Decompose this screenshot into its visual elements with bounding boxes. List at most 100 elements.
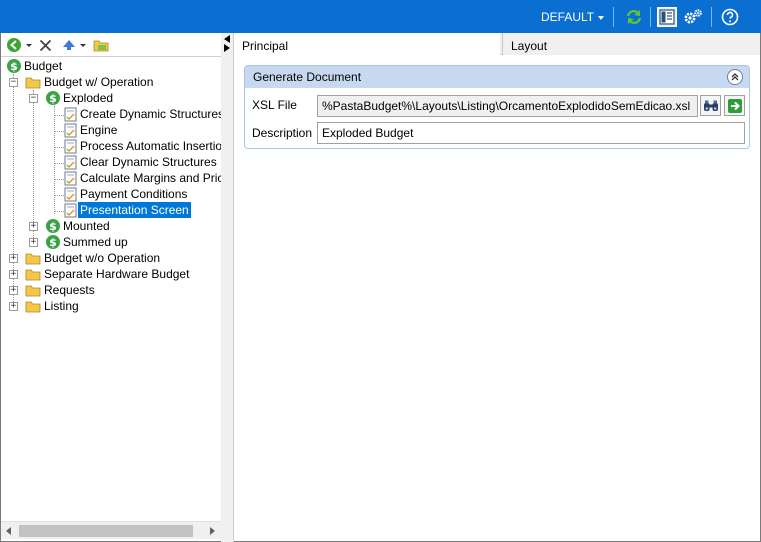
collapse-toggle[interactable]: − [29, 94, 38, 103]
scroll-left-arrow-icon[interactable] [6, 527, 11, 535]
open-folder-button[interactable] [92, 37, 110, 53]
tree-node-label: Calculate Margins and Prices [80, 171, 221, 185]
tree-node-summed-up[interactable]: $ Summed up [45, 234, 130, 250]
tree-node-label: Summed up [63, 235, 128, 249]
tab-layout[interactable]: Layout [502, 33, 760, 55]
group-header: Generate Document [245, 66, 749, 88]
step-document-icon [64, 171, 77, 185]
tree-connector [54, 131, 64, 132]
tree-connector [54, 163, 64, 164]
svg-text:$: $ [49, 236, 57, 249]
tab-bar: Principal Layout [234, 33, 760, 56]
description-input[interactable]: Exploded Budget [317, 122, 745, 144]
collapse-left-arrow-icon[interactable] [224, 35, 230, 43]
budget-dollar-icon: $ [46, 91, 60, 105]
scroll-right-arrow-icon[interactable] [210, 527, 215, 535]
tab-principal[interactable]: Principal [234, 33, 500, 56]
arrow-right-icon [727, 98, 742, 113]
tree-node-budget[interactable]: $ Budget [6, 58, 64, 74]
tree-node-label: Separate Hardware Budget [44, 267, 190, 281]
tree-node-engine[interactable]: Engine [64, 122, 119, 138]
tree-node-label: Budget [24, 59, 63, 73]
collapse-toggle[interactable]: − [9, 78, 18, 87]
tree-panel: $ Budget − Budget w/ Operation − $ Explo… [0, 33, 221, 542]
scrollbar-thumb[interactable] [19, 525, 193, 537]
tree-node-label: Presentation Screen [78, 202, 191, 218]
generate-document-group: Generate Document XSL File %PastaBudget%… [244, 65, 750, 149]
tree-node-listing[interactable]: Listing [25, 298, 81, 314]
tree-node-requests[interactable]: Requests [25, 282, 97, 298]
tree-toolbar [1, 33, 221, 57]
tree-node-label: Budget w/ Operation [44, 75, 154, 89]
budget-dollar-icon: $ [46, 235, 60, 249]
toolbar-separator [711, 7, 712, 27]
tree-node-label: Requests [44, 283, 95, 297]
tree-node-payment-conditions[interactable]: Payment Conditions [64, 186, 189, 202]
tree-node-budget-without-operation[interactable]: Budget w/o Operation [25, 250, 162, 266]
folder-icon [25, 269, 41, 280]
folder-icon [93, 40, 108, 51]
tree-node-label: Engine [80, 123, 118, 137]
tree-node-clear-dynamic-structures[interactable]: Clear Dynamic Structures [64, 154, 219, 170]
delete-x-icon [39, 39, 51, 51]
refresh-icon [626, 9, 642, 25]
horizontal-scrollbar[interactable] [1, 521, 221, 539]
step-document-icon [64, 155, 77, 169]
tree-connector [54, 115, 64, 116]
delete-button[interactable] [38, 37, 52, 53]
tree-node-exploded[interactable]: $ Exploded [45, 90, 115, 106]
tree-node-budget-with-operation[interactable]: Budget w/ Operation [25, 74, 155, 90]
help-button[interactable] [720, 7, 740, 27]
svg-text:$: $ [49, 92, 57, 105]
step-document-icon [64, 139, 77, 153]
panel-layout-button[interactable] [657, 7, 677, 27]
expand-toggle[interactable]: + [9, 286, 18, 295]
budget-dollar-icon: $ [7, 59, 21, 73]
tree-node-presentation-screen[interactable]: Presentation Screen [64, 202, 191, 218]
toolbar-separator [650, 7, 651, 27]
expand-toggle[interactable]: + [29, 222, 38, 231]
arrow-up-icon [63, 40, 75, 50]
panel-splitter[interactable] [221, 33, 234, 542]
step-document-icon [64, 107, 77, 121]
binoculars-icon [703, 100, 718, 111]
xsl-file-input[interactable]: %PastaBudget%\Layouts\Listing\OrcamentoE… [317, 95, 698, 117]
back-button[interactable] [4, 37, 34, 53]
collapse-group-button[interactable] [727, 69, 743, 85]
svg-text:$: $ [49, 220, 57, 233]
tree-node-create-dynamic-structures[interactable]: Create Dynamic Structures [64, 106, 221, 122]
top-toolbar: DEFAULT [0, 0, 761, 33]
chevron-down-icon [80, 43, 86, 47]
expand-toggle[interactable]: + [9, 270, 18, 279]
folder-icon [25, 285, 41, 296]
folder-icon [25, 253, 41, 264]
move-up-button[interactable] [59, 37, 89, 53]
expand-right-arrow-icon[interactable] [224, 44, 230, 52]
group-title: Generate Document [253, 70, 362, 84]
tree-node-label: Budget w/o Operation [44, 251, 161, 265]
browse-button[interactable] [700, 95, 721, 116]
profile-dropdown[interactable]: DEFAULT [541, 10, 605, 24]
svg-text:$: $ [10, 60, 18, 73]
budget-tree: $ Budget − Budget w/ Operation − $ Explo… [1, 58, 221, 520]
expand-toggle[interactable]: + [9, 302, 18, 311]
step-document-icon [64, 203, 77, 217]
tree-node-label: Listing [44, 299, 79, 313]
tree-node-separate-hardware-budget[interactable]: Separate Hardware Budget [25, 266, 191, 282]
profile-label: DEFAULT [541, 10, 595, 24]
settings-gears-icon [684, 9, 702, 24]
tree-node-label: Create Dynamic Structures [80, 107, 221, 121]
tree-node-label: Process Automatic Insertions [80, 139, 221, 153]
chevron-down-icon [598, 16, 605, 20]
refresh-button[interactable] [624, 7, 644, 27]
tree-node-mounted[interactable]: $ Mounted [45, 218, 112, 234]
tree-node-process-automatic-insertions[interactable]: Process Automatic Insertions [64, 138, 221, 154]
tree-connector [54, 211, 64, 212]
settings-button[interactable] [683, 7, 703, 27]
tree-node-label: Exploded [63, 91, 114, 105]
tree-node-calculate-margins-and-prices[interactable]: Calculate Margins and Prices [64, 170, 221, 186]
expand-toggle[interactable]: + [9, 254, 18, 263]
expand-toggle[interactable]: + [29, 238, 38, 247]
go-button[interactable] [724, 95, 745, 116]
detail-panel: Principal Layout Generate Document XSL F… [234, 33, 761, 542]
